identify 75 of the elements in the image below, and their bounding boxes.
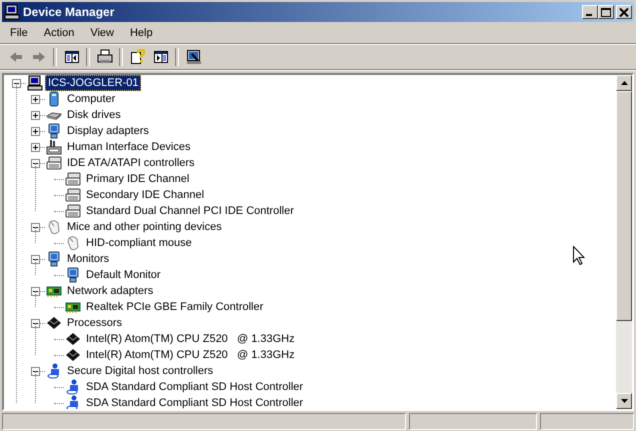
expand-icon[interactable]	[31, 127, 40, 136]
tree-item[interactable]: Secure Digital host controllers	[64, 363, 216, 379]
pane-icon	[152, 49, 168, 65]
up-arrow-icon	[620, 81, 628, 85]
menu-item[interactable]: File	[2, 27, 36, 39]
tree-item[interactable]: Computer	[64, 91, 118, 107]
tree-item[interactable]: Processors	[64, 315, 126, 331]
chip-icon	[65, 331, 81, 347]
expand-icon[interactable]	[31, 111, 40, 120]
monitor-icon	[46, 123, 62, 139]
expand-icon[interactable]	[31, 95, 40, 104]
close-icon	[619, 8, 629, 16]
tree-item[interactable]: Monitors	[64, 251, 112, 267]
collapse-icon[interactable]	[31, 367, 40, 376]
tree-item[interactable]: ICS-JOGGLER-01	[45, 75, 142, 91]
mouse-icon	[46, 219, 62, 235]
tree-item[interactable]: Intel(R) Atom(TM) CPU Z520 @ 1.33GHz	[83, 347, 298, 363]
collapse-icon[interactable]	[31, 223, 40, 232]
window-title: Device Manager	[23, 5, 116, 19]
tree-item[interactable]: Default Monitor	[83, 267, 164, 283]
left-arrow-icon	[8, 49, 24, 65]
controller-icon	[46, 155, 62, 171]
printer-icon	[96, 49, 112, 65]
collapse-icon[interactable]	[12, 79, 21, 88]
tree-item[interactable]: Realtek PCIe GBE Family Controller	[83, 299, 266, 315]
keyboard-icon	[46, 139, 62, 155]
monitor-icon	[46, 251, 62, 267]
tree-item[interactable]: Network adapters	[64, 283, 156, 299]
monitor-icon	[186, 49, 202, 65]
tree-item[interactable]: Primary IDE Channel	[83, 171, 192, 187]
help-icon	[130, 49, 146, 65]
controller-icon	[65, 187, 81, 203]
collapse-icon[interactable]	[31, 159, 40, 168]
device-icon	[46, 363, 62, 379]
maximize-icon	[601, 8, 611, 16]
menu-item[interactable]: Help	[122, 27, 161, 39]
tree-item[interactable]: Standard Dual Channel PCI IDE Controller	[83, 203, 297, 219]
tree-item[interactable]: Disk drives	[64, 107, 124, 123]
tree-item[interactable]: Intel(R) Atom(TM) CPU Z520 @ 1.33GHz	[83, 331, 298, 347]
chip-icon	[65, 347, 81, 363]
menu-item[interactable]: View	[82, 27, 122, 39]
collapse-icon[interactable]	[31, 319, 40, 328]
tree-pane-icon	[64, 49, 80, 65]
computer-icon	[27, 75, 43, 91]
right-arrow-icon	[30, 49, 46, 65]
collapse-icon[interactable]	[31, 255, 40, 264]
close-button[interactable]	[616, 5, 632, 19]
collapse-icon[interactable]	[31, 287, 40, 296]
scroll-thumb[interactable]	[616, 91, 632, 321]
maximize-button[interactable]	[598, 5, 614, 19]
expand-icon[interactable]	[31, 143, 40, 152]
down-arrow-icon	[620, 399, 628, 403]
tree-item[interactable]: HID-compliant mouse	[83, 235, 195, 251]
tree-item[interactable]: IDE ATA/ATAPI controllers	[64, 155, 198, 171]
menu-item[interactable]: Action	[36, 27, 82, 39]
tree-item[interactable]: SDA Standard Compliant SD Host Controller	[83, 395, 306, 409]
controller-icon	[65, 203, 81, 219]
mouse-icon	[65, 235, 81, 251]
cursor-icon	[573, 246, 585, 265]
tree-item[interactable]: Secondary IDE Channel	[83, 187, 208, 203]
tree-item[interactable]: Display adapters	[64, 123, 152, 139]
monitor-icon	[65, 267, 81, 283]
tree-item[interactable]: Mice and other pointing devices	[64, 219, 225, 235]
tree-item[interactable]: SDA Standard Compliant SD Host Controller	[83, 379, 306, 395]
computer-icon	[4, 4, 20, 20]
tree-item[interactable]: Human Interface Devices	[64, 139, 194, 155]
controller-icon	[65, 171, 81, 187]
scroll-up-button[interactable]	[616, 75, 632, 91]
scroll-down-button[interactable]	[616, 393, 632, 409]
device-icon	[65, 379, 81, 395]
minimize-icon	[586, 14, 592, 16]
scrollbar[interactable]	[616, 75, 632, 409]
device-icon	[65, 395, 81, 409]
chip-icon	[46, 315, 62, 331]
minimize-button[interactable]	[582, 5, 598, 19]
